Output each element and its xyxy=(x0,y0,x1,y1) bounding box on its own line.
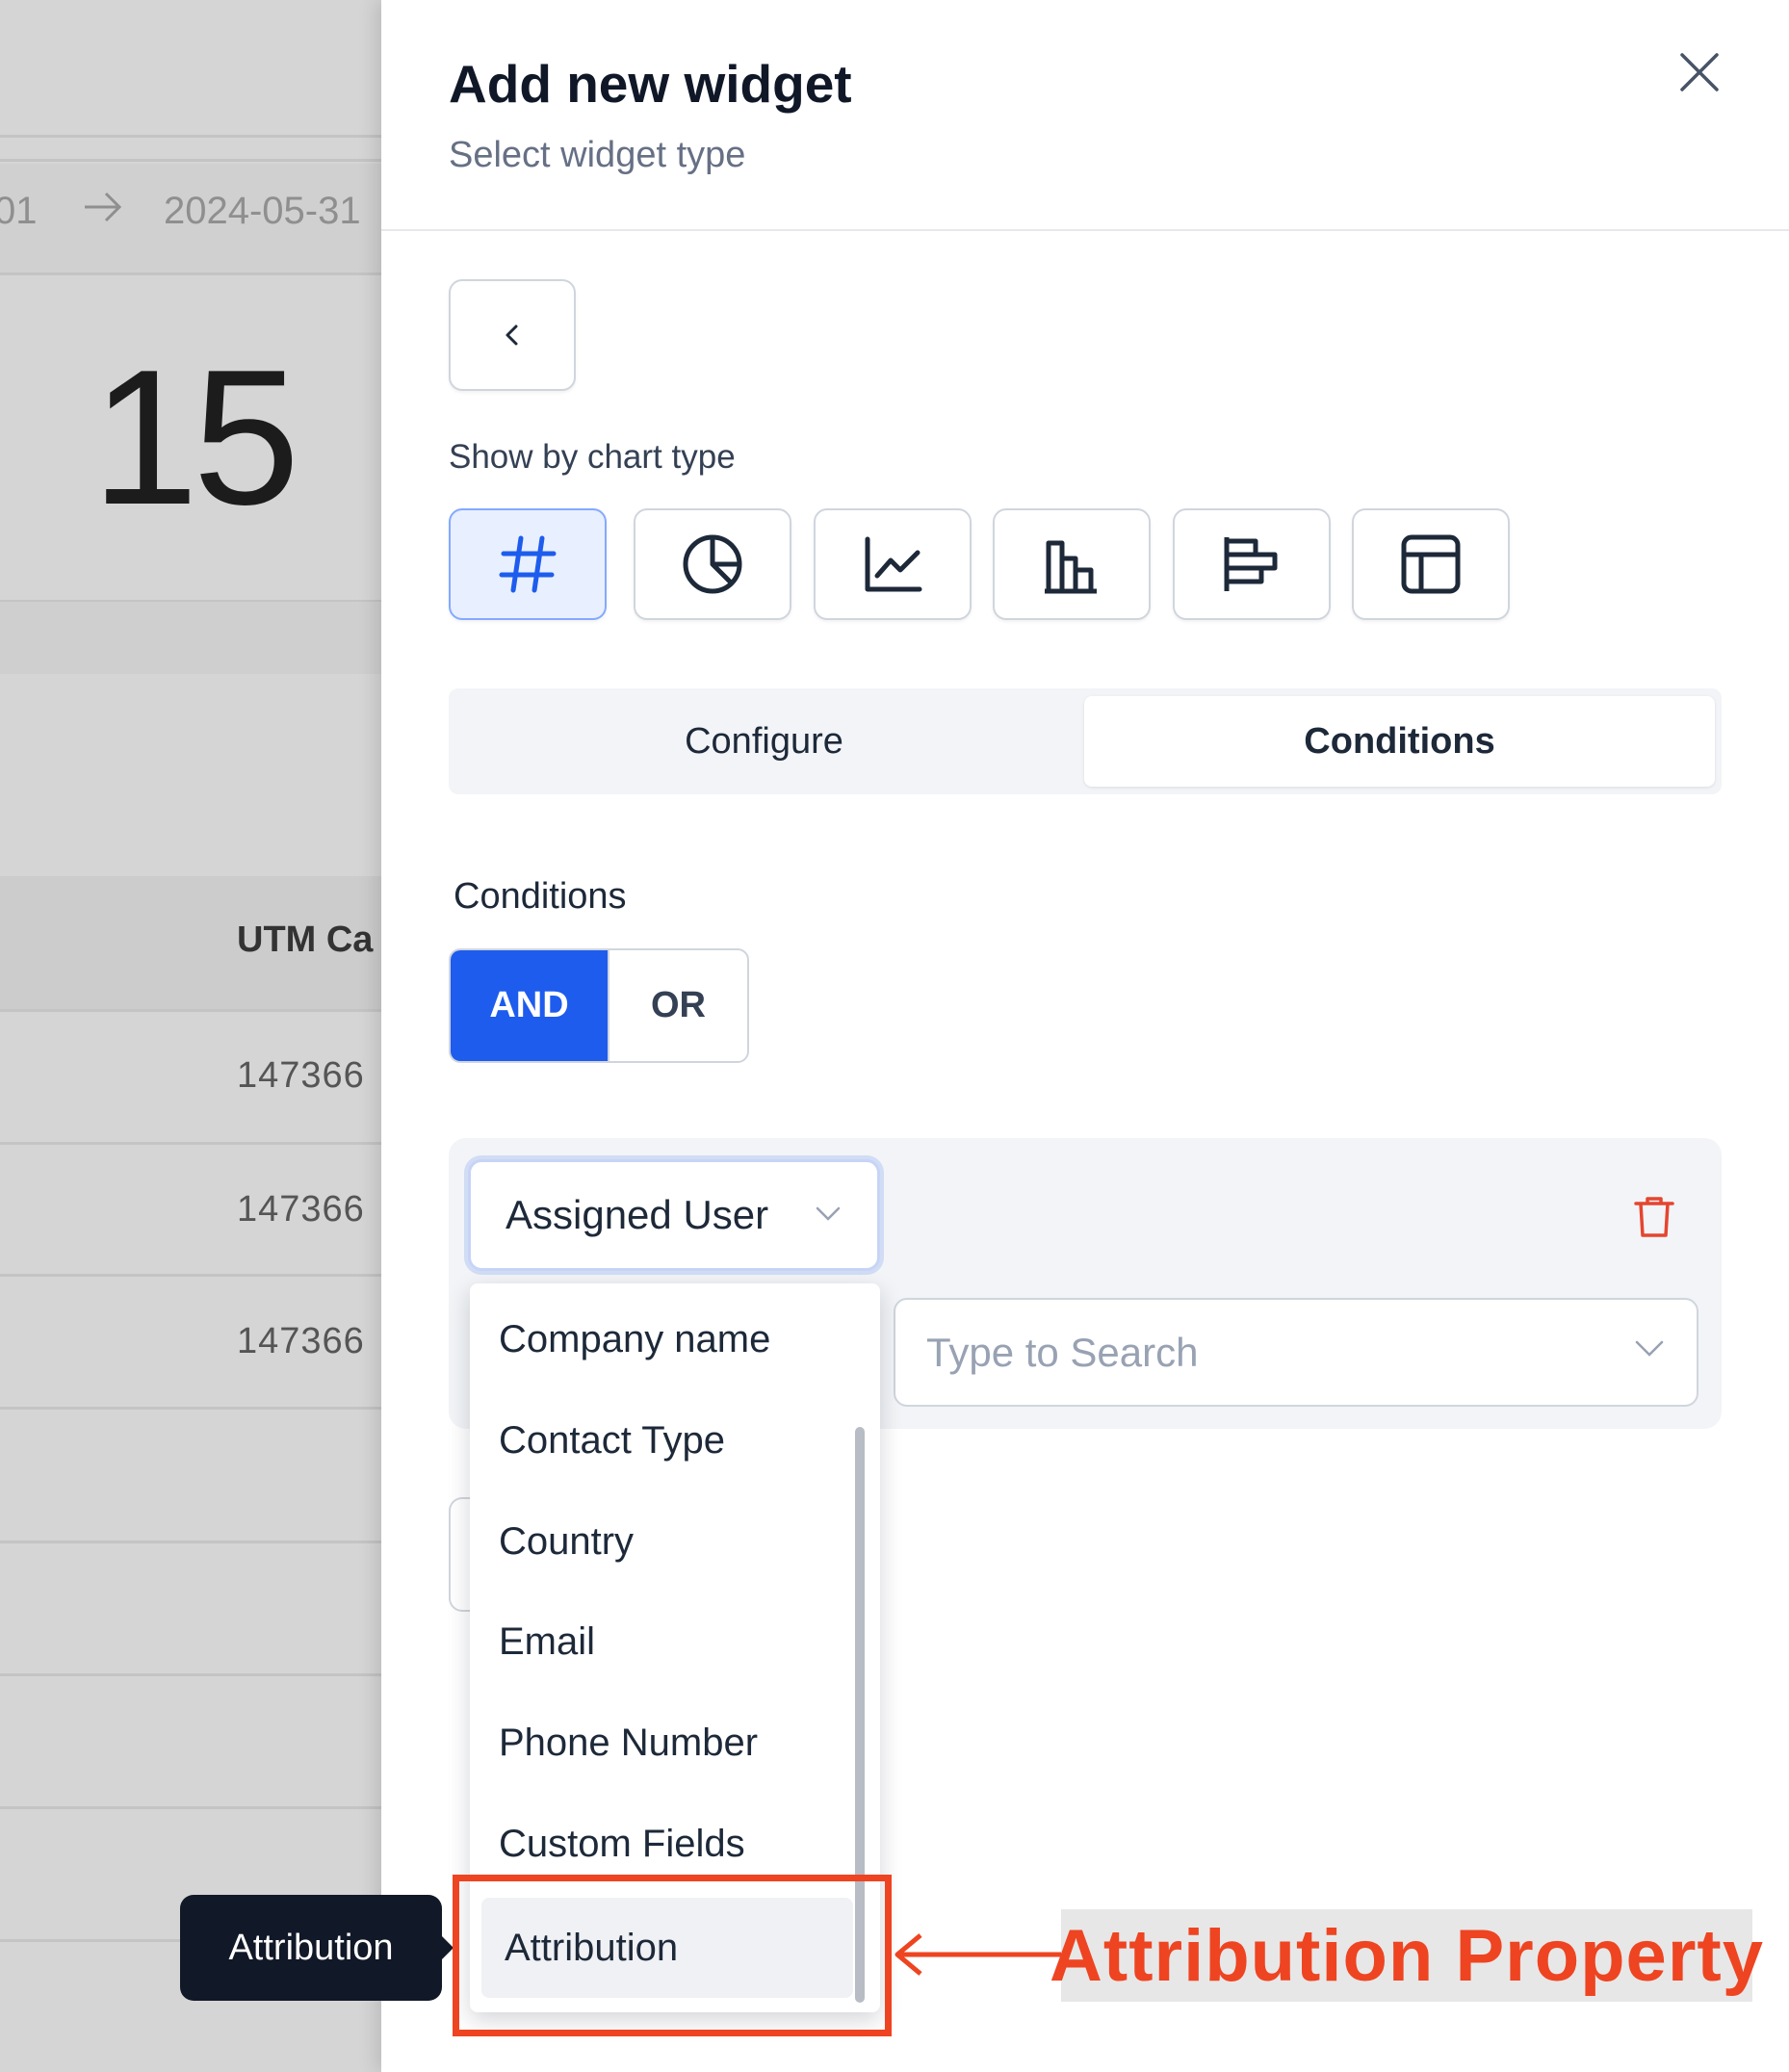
dropdown-option[interactable]: Email xyxy=(499,1620,595,1664)
widget-tabs: Configure Conditions xyxy=(449,688,1722,794)
chart-type-label: Show by chart type xyxy=(449,438,736,476)
divider xyxy=(0,1407,381,1410)
header-divider xyxy=(381,229,1789,231)
table-header-utm: UTM Ca xyxy=(237,919,374,960)
dropdown-option[interactable]: Phone Number xyxy=(499,1722,758,1765)
divider xyxy=(0,272,381,275)
panel-subtitle: Select widget type xyxy=(449,135,746,175)
table-cell: 147366 xyxy=(237,1321,365,1361)
chart-type-number-button[interactable] xyxy=(449,508,607,620)
divider xyxy=(0,1142,381,1145)
divider xyxy=(0,159,381,162)
annotation-highlight-box xyxy=(453,1875,892,2036)
bar-chart-icon xyxy=(1045,540,1097,594)
date-start: 01 xyxy=(0,190,38,232)
close-icon[interactable] xyxy=(1671,43,1728,101)
dropdown-option[interactable]: Contact Type xyxy=(499,1419,725,1463)
back-button[interactable] xyxy=(449,279,576,391)
chart-type-line-button[interactable] xyxy=(814,508,972,620)
search-placeholder: Type to Search xyxy=(926,1329,1199,1375)
chart-type-table-button[interactable] xyxy=(1352,508,1510,620)
kpi-value: 15 xyxy=(91,330,299,545)
divider xyxy=(0,135,381,138)
and-button[interactable]: AND xyxy=(451,950,608,1061)
logic-toggle: AND OR xyxy=(449,948,749,1063)
background-page: 01 2024-05-31 15 UTM Ca 147366 147366 14… xyxy=(0,0,381,2072)
or-button[interactable]: OR xyxy=(608,950,747,1061)
divider xyxy=(0,1673,381,1676)
annotation-arrow-icon xyxy=(892,1926,1061,1983)
condition-value-select[interactable]: Type to Search xyxy=(894,1298,1698,1407)
dropdown-option[interactable]: Company name xyxy=(499,1318,770,1361)
chevron-down-icon xyxy=(816,1206,841,1221)
hash-icon xyxy=(499,535,557,593)
chart-type-horizontal-bar-button[interactable] xyxy=(1173,508,1331,620)
trash-icon[interactable] xyxy=(1632,1194,1676,1240)
tab-conditions[interactable]: Conditions xyxy=(1084,696,1715,787)
pie-chart-icon xyxy=(683,534,742,594)
chevron-down-icon xyxy=(1635,1340,1664,1357)
divider xyxy=(0,1806,381,1809)
date-end: 2024-05-31 xyxy=(164,190,361,232)
attribution-tooltip: Attribution xyxy=(180,1895,454,2001)
conditions-label: Conditions xyxy=(454,876,627,917)
table-icon xyxy=(1401,534,1461,594)
panel-title: Add new widget xyxy=(449,54,852,114)
dropdown-option[interactable]: Country xyxy=(499,1520,634,1564)
horizontal-bar-chart-icon xyxy=(1224,537,1278,591)
condition-field-value: Assigned User xyxy=(506,1192,769,1237)
chart-type-bar-button[interactable] xyxy=(993,508,1151,620)
condition-field-select[interactable]: Assigned User xyxy=(468,1159,880,1271)
kpi-footer xyxy=(0,602,381,674)
annotation-label: Attribution Property xyxy=(1050,1909,1763,2002)
chevron-left-icon xyxy=(506,324,518,346)
table-cell: 147366 xyxy=(237,1055,365,1096)
divider xyxy=(0,1009,381,1012)
line-chart-icon xyxy=(865,536,922,592)
divider xyxy=(0,1541,381,1543)
table-cell: 147366 xyxy=(237,1189,365,1230)
tab-configure[interactable]: Configure xyxy=(449,696,1079,787)
arrow-right-icon xyxy=(83,190,123,234)
divider xyxy=(0,1274,381,1277)
dropdown-option[interactable]: Custom Fields xyxy=(499,1823,745,1866)
chart-type-pie-button[interactable] xyxy=(634,508,791,620)
